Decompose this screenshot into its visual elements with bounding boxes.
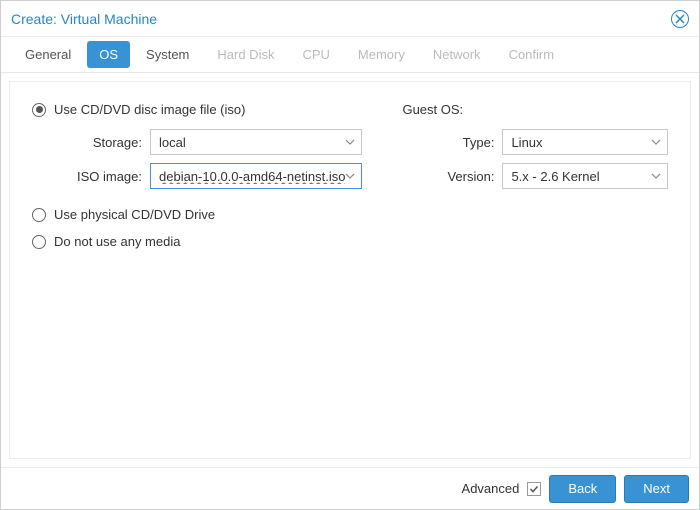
storage-row: Storage: local	[32, 129, 362, 155]
chevron-down-icon	[651, 171, 661, 182]
radio-icon	[32, 235, 46, 249]
iso-combo[interactable]: debian-10.0.0-amd64-netinst.iso	[150, 163, 362, 189]
type-combo[interactable]: Linux	[502, 129, 668, 155]
iso-value: debian-10.0.0-amd64-netinst.iso	[159, 169, 345, 184]
next-button[interactable]: Next	[624, 475, 689, 503]
version-value: 5.x - 2.6 Kernel	[511, 169, 599, 184]
media-column: Use CD/DVD disc image file (iso) Storage…	[32, 102, 362, 438]
radio-icon	[32, 103, 46, 117]
tab-system[interactable]: System	[134, 41, 201, 68]
content-panel: Use CD/DVD disc image file (iso) Storage…	[9, 81, 691, 459]
type-label: Type:	[402, 135, 502, 150]
type-row: Type: Linux	[402, 129, 668, 155]
close-icon[interactable]	[671, 10, 689, 28]
storage-label: Storage:	[32, 135, 150, 150]
radio-label: Use CD/DVD disc image file (iso)	[54, 102, 245, 117]
tab-memory: Memory	[346, 41, 417, 68]
tab-confirm: Confirm	[497, 41, 567, 68]
radio-no-media[interactable]: Do not use any media	[32, 234, 362, 249]
wizard-tabs: General OS System Hard Disk CPU Memory N…	[1, 37, 699, 73]
radio-use-iso[interactable]: Use CD/DVD disc image file (iso)	[32, 102, 362, 117]
guest-os-heading: Guest OS:	[402, 102, 668, 117]
type-value: Linux	[511, 135, 542, 150]
radio-label: Do not use any media	[54, 234, 180, 249]
radio-physical-drive[interactable]: Use physical CD/DVD Drive	[32, 207, 362, 222]
tab-general[interactable]: General	[13, 41, 83, 68]
tab-cpu: CPU	[290, 41, 341, 68]
iso-label: ISO image:	[32, 169, 150, 184]
tab-network: Network	[421, 41, 493, 68]
chevron-down-icon	[345, 171, 355, 182]
footer: Advanced Back Next	[1, 467, 699, 509]
iso-row: ISO image: debian-10.0.0-amd64-netinst.i…	[32, 163, 362, 189]
window-title: Create: Virtual Machine	[11, 11, 157, 27]
advanced-label: Advanced	[462, 481, 520, 496]
radio-icon	[32, 208, 46, 222]
radio-label: Use physical CD/DVD Drive	[54, 207, 215, 222]
guest-os-column: Guest OS: Type: Linux Version: 5.x - 2.6…	[402, 102, 668, 438]
back-button[interactable]: Back	[549, 475, 616, 503]
create-vm-window: Create: Virtual Machine General OS Syste…	[0, 0, 700, 510]
tab-hard-disk: Hard Disk	[205, 41, 286, 68]
storage-value: local	[159, 135, 186, 150]
advanced-checkbox[interactable]	[527, 482, 541, 496]
titlebar: Create: Virtual Machine	[1, 1, 699, 37]
tab-os[interactable]: OS	[87, 41, 130, 68]
version-row: Version: 5.x - 2.6 Kernel	[402, 163, 668, 189]
version-combo[interactable]: 5.x - 2.6 Kernel	[502, 163, 668, 189]
chevron-down-icon	[651, 137, 661, 148]
storage-combo[interactable]: local	[150, 129, 362, 155]
chevron-down-icon	[345, 137, 355, 148]
version-label: Version:	[402, 169, 502, 184]
